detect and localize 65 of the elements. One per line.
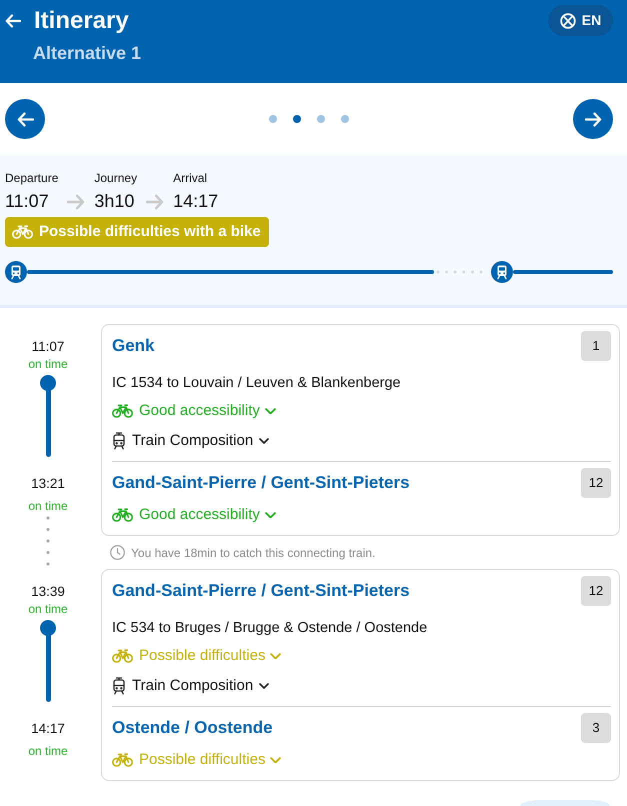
chevron-down-icon <box>270 652 282 660</box>
status-text: on time <box>28 356 68 372</box>
arrow-right-icon <box>146 193 164 211</box>
previous-button[interactable] <box>5 99 45 139</box>
arrival-label: Arrival <box>173 170 208 186</box>
page-dot[interactable] <box>317 115 325 123</box>
arrival-time: 14:17 <box>31 720 65 738</box>
bike-accessibility-button[interactable]: Good accessibility <box>112 401 276 421</box>
departure-time: 11:07 <box>32 338 64 356</box>
train-composition-button[interactable]: Train Composition <box>112 676 270 696</box>
departure-time: 11:07 <box>5 190 50 212</box>
chevron-down-icon <box>264 512 276 518</box>
departure-label: Departure <box>5 170 58 186</box>
chevron-down-icon <box>264 408 276 414</box>
transfer-note: You have 18min to catch this connecting train. <box>131 544 376 560</box>
arrow-right-icon <box>584 110 602 128</box>
chevron-down-icon <box>259 683 270 689</box>
journey-label: Journey <box>94 170 138 186</box>
status-text: on time <box>28 743 68 759</box>
chevron-down-icon <box>259 438 270 444</box>
train-service: IC 1534 to Louvain / Leuven & Blankenberge <box>112 374 402 393</box>
page-dot[interactable] <box>293 115 301 123</box>
platform-number: 1 <box>581 331 611 361</box>
train-composition-button[interactable]: Train Composition <box>112 431 270 451</box>
stop-marker-icon <box>40 375 56 391</box>
screen-title: Itinerary <box>34 6 129 36</box>
bike-icon <box>12 225 33 239</box>
arrival-time: 14:17 <box>173 190 218 212</box>
bike-icon <box>112 649 133 663</box>
arrival-time: 13:21 <box>31 475 65 493</box>
arrow-left-icon <box>16 110 34 128</box>
train-icon <box>491 261 514 283</box>
bike-icon <box>112 753 133 767</box>
clock-icon <box>110 545 125 560</box>
back-arrow-icon[interactable] <box>5 12 21 28</box>
language-button[interactable]: EN <box>548 5 613 36</box>
platform-number: 12 <box>581 576 611 606</box>
train-icon <box>5 261 27 283</box>
platform-number: 12 <box>581 468 611 498</box>
globe-icon <box>560 12 576 28</box>
departure-time: 13:39 <box>31 583 65 601</box>
bike-accessibility-button[interactable]: Possible difficulties <box>112 646 282 666</box>
stop-marker-icon <box>40 620 56 636</box>
station-name: Gand-Saint-Pierre / Gent-Sint-Pieters <box>112 472 410 494</box>
status-text: on time <box>28 601 68 617</box>
station-name: Ostende / Oostende <box>112 717 273 739</box>
screen-subtitle: Alternative 1 <box>33 42 142 65</box>
page-dot[interactable] <box>269 115 277 123</box>
bike-accessibility-button[interactable]: Possible difficulties <box>112 750 282 770</box>
bike-icon <box>112 404 133 418</box>
bike-warning-badge: Possible difficulties with a bike <box>5 217 269 247</box>
platform-number: 3 <box>581 713 611 743</box>
page-dot[interactable] <box>341 115 349 123</box>
bike-accessibility-button[interactable]: Good accessibility <box>112 505 276 525</box>
train-outline-icon <box>112 432 126 450</box>
train-outline-icon <box>112 677 126 695</box>
train-service: IC 534 to Bruges / Brugge & Ostende / Oostende <box>112 619 428 638</box>
bike-icon <box>112 508 133 522</box>
journey-duration: 3h10 <box>94 190 136 212</box>
station-name: Gand-Saint-Pierre / Gent-Sint-Pieters <box>112 580 410 602</box>
status-text: on time <box>28 498 68 514</box>
station-name: Genk <box>112 335 155 357</box>
chevron-down-icon <box>270 756 282 764</box>
arrow-right-icon <box>67 193 86 211</box>
next-button[interactable] <box>573 99 613 139</box>
